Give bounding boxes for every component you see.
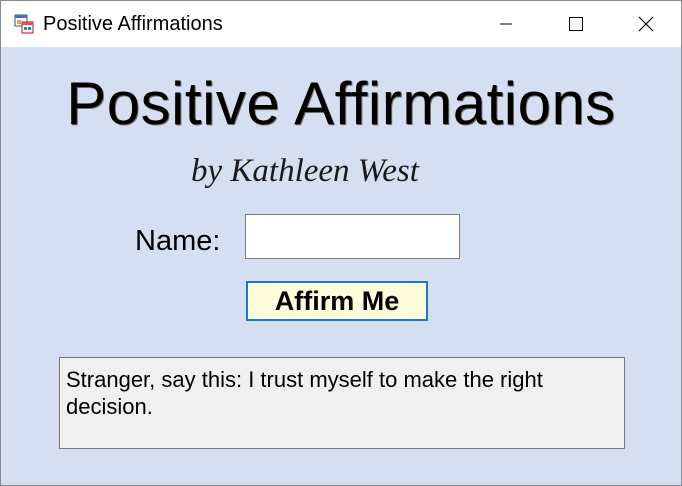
name-input[interactable]	[245, 214, 460, 259]
window-title: Positive Affirmations	[43, 13, 223, 35]
affirm-me-button[interactable]: Affirm Me	[246, 281, 428, 321]
close-icon	[638, 16, 654, 32]
form-client-area: Positive Affirmations by Kathleen West N…	[1, 47, 681, 485]
app-window: Positive Affirmations Positive Affirmati…	[0, 0, 682, 486]
name-label: Name:	[135, 225, 221, 257]
maximize-button[interactable]	[541, 1, 611, 47]
app-icon	[14, 14, 34, 34]
title-bar[interactable]: Positive Affirmations	[1, 1, 681, 47]
page-title: Positive Affirmations	[66, 70, 616, 137]
close-button[interactable]	[611, 1, 681, 47]
author-byline: by Kathleen West	[191, 153, 419, 189]
affirmation-output: Stranger, say this: I trust myself to ma…	[59, 357, 625, 449]
minimize-button[interactable]	[471, 1, 541, 47]
maximize-icon	[569, 17, 583, 31]
minimize-icon	[500, 23, 512, 25]
